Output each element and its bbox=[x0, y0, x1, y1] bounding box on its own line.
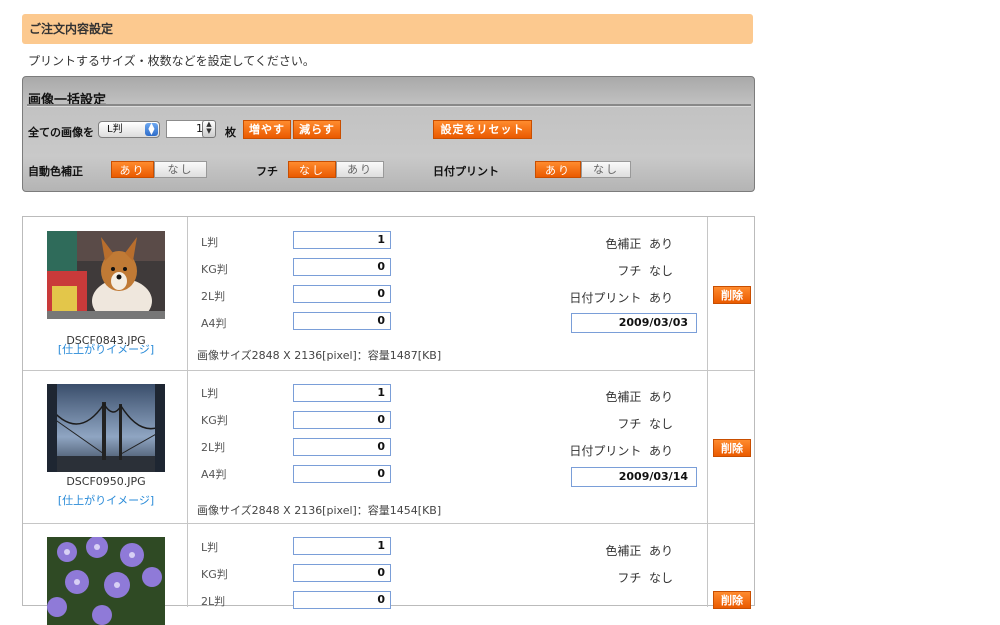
bulk-size-select-value: L判 bbox=[107, 124, 123, 135]
photo-thumbnail[interactable] bbox=[47, 231, 165, 319]
quantity-input-l[interactable]: 1 bbox=[293, 231, 391, 249]
quantity-input-kg[interactable]: 0 bbox=[293, 564, 391, 582]
size-label-kg: KG判 bbox=[201, 568, 228, 581]
border-on-toggle[interactable]: なし bbox=[288, 161, 336, 178]
image-info: 画像サイズ2848 X 2136[pixel]：容量1454[KB] bbox=[197, 504, 442, 517]
quantity-input-2l[interactable]: 0 bbox=[293, 285, 391, 303]
size-label-kg: KG判 bbox=[201, 263, 228, 276]
auto-color-on-toggle[interactable]: あり bbox=[111, 161, 154, 178]
finish-image-link[interactable]: [仕上がりイメージ] bbox=[36, 341, 176, 357]
quantity-input-l[interactable]: 1 bbox=[293, 537, 391, 555]
delete-button[interactable]: 削除 bbox=[713, 286, 751, 304]
select-arrows-icon: ▲ ▼ bbox=[145, 122, 158, 136]
page-title: ご注文内容設定 bbox=[22, 14, 753, 44]
size-label-l: L判 bbox=[201, 236, 219, 249]
auto-color-off-toggle[interactable]: なし bbox=[154, 161, 207, 178]
date-print-label: 日付プリント bbox=[433, 165, 499, 178]
date-input[interactable]: 2009/03/14 bbox=[571, 467, 697, 487]
quantity-input-2l[interactable]: 0 bbox=[293, 438, 391, 456]
date-input[interactable]: 2009/03/03 bbox=[571, 313, 697, 333]
all-images-label: 全ての画像を bbox=[28, 126, 94, 139]
date-print-off-toggle[interactable]: なし bbox=[581, 161, 631, 178]
photo-thumbnail[interactable] bbox=[47, 537, 165, 625]
size-label-2l: 2L判 bbox=[201, 595, 226, 608]
dog-photo-image bbox=[47, 231, 165, 319]
size-label-kg: KG判 bbox=[201, 414, 228, 427]
quantity-input-a4[interactable]: 0 bbox=[293, 312, 391, 330]
size-label-l: L判 bbox=[201, 541, 219, 554]
border-off-toggle[interactable]: あり bbox=[336, 161, 384, 178]
bulk-settings-divider bbox=[27, 104, 751, 107]
reset-settings-button[interactable]: 設定をリセット bbox=[433, 120, 532, 139]
size-label-a4: A4判 bbox=[201, 468, 227, 481]
delete-button[interactable]: 削除 bbox=[713, 439, 751, 457]
photo-thumbnail[interactable] bbox=[47, 384, 165, 472]
increase-button[interactable]: 増やす bbox=[243, 120, 291, 139]
border-status: フチ なし bbox=[617, 264, 673, 278]
quantity-input-a4[interactable]: 0 bbox=[293, 465, 391, 483]
bulk-count-stepper[interactable]: ▲ ▼ bbox=[202, 120, 216, 138]
border-status: フチ なし bbox=[617, 417, 673, 431]
date-print-status: 日付プリント あり bbox=[569, 291, 673, 305]
file-name: DSCF0950.JPG bbox=[66, 475, 146, 488]
date-print-on-toggle[interactable]: あり bbox=[535, 161, 581, 178]
row-divider bbox=[23, 523, 754, 524]
color-correction-status: 色補正 あり bbox=[605, 237, 673, 251]
delete-button[interactable]: 削除 bbox=[713, 591, 751, 609]
column-divider bbox=[707, 217, 708, 607]
bulk-size-select[interactable]: L判 ▲ ▼ bbox=[98, 121, 160, 138]
size-label-a4: A4判 bbox=[201, 317, 227, 330]
flowers-photo-image bbox=[47, 537, 165, 625]
bridge-photo-image bbox=[47, 384, 165, 472]
column-divider bbox=[187, 217, 188, 607]
intro-text: プリントするサイズ・枚数などを設定してください。 bbox=[28, 54, 315, 68]
decrease-button[interactable]: 減らす bbox=[293, 120, 341, 139]
row-divider bbox=[23, 370, 754, 371]
image-info: 画像サイズ2848 X 2136[pixel]：容量1487[KB] bbox=[197, 349, 442, 362]
bulk-settings-panel: 画像一括設定 全ての画像を L判 ▲ ▼ 1 ▲ ▼ 枚 増やす 減らす 設定をリセ… bbox=[22, 76, 755, 192]
border-status: フチ なし bbox=[617, 571, 673, 585]
border-label: フチ bbox=[256, 165, 278, 178]
color-correction-status: 色補正 あり bbox=[605, 390, 673, 404]
auto-color-label: 自動色補正 bbox=[28, 165, 83, 178]
date-print-status: 日付プリント あり bbox=[569, 444, 673, 458]
quantity-input-kg[interactable]: 0 bbox=[293, 411, 391, 429]
quantity-input-kg[interactable]: 0 bbox=[293, 258, 391, 276]
size-label-2l: 2L判 bbox=[201, 441, 226, 454]
finish-image-link[interactable]: [仕上がりイメージ] bbox=[36, 492, 176, 508]
color-correction-status: 色補正 あり bbox=[605, 544, 673, 558]
quantity-input-2l[interactable]: 0 bbox=[293, 591, 391, 609]
size-label-l: L判 bbox=[201, 387, 219, 400]
order-items-table: DSCF0843.JPG [仕上がりイメージ] L判 KG判 2L判 A4判 1… bbox=[22, 216, 755, 625]
count-unit-label: 枚 bbox=[225, 126, 236, 139]
size-label-2l: 2L判 bbox=[201, 290, 226, 303]
quantity-input-l[interactable]: 1 bbox=[293, 384, 391, 402]
